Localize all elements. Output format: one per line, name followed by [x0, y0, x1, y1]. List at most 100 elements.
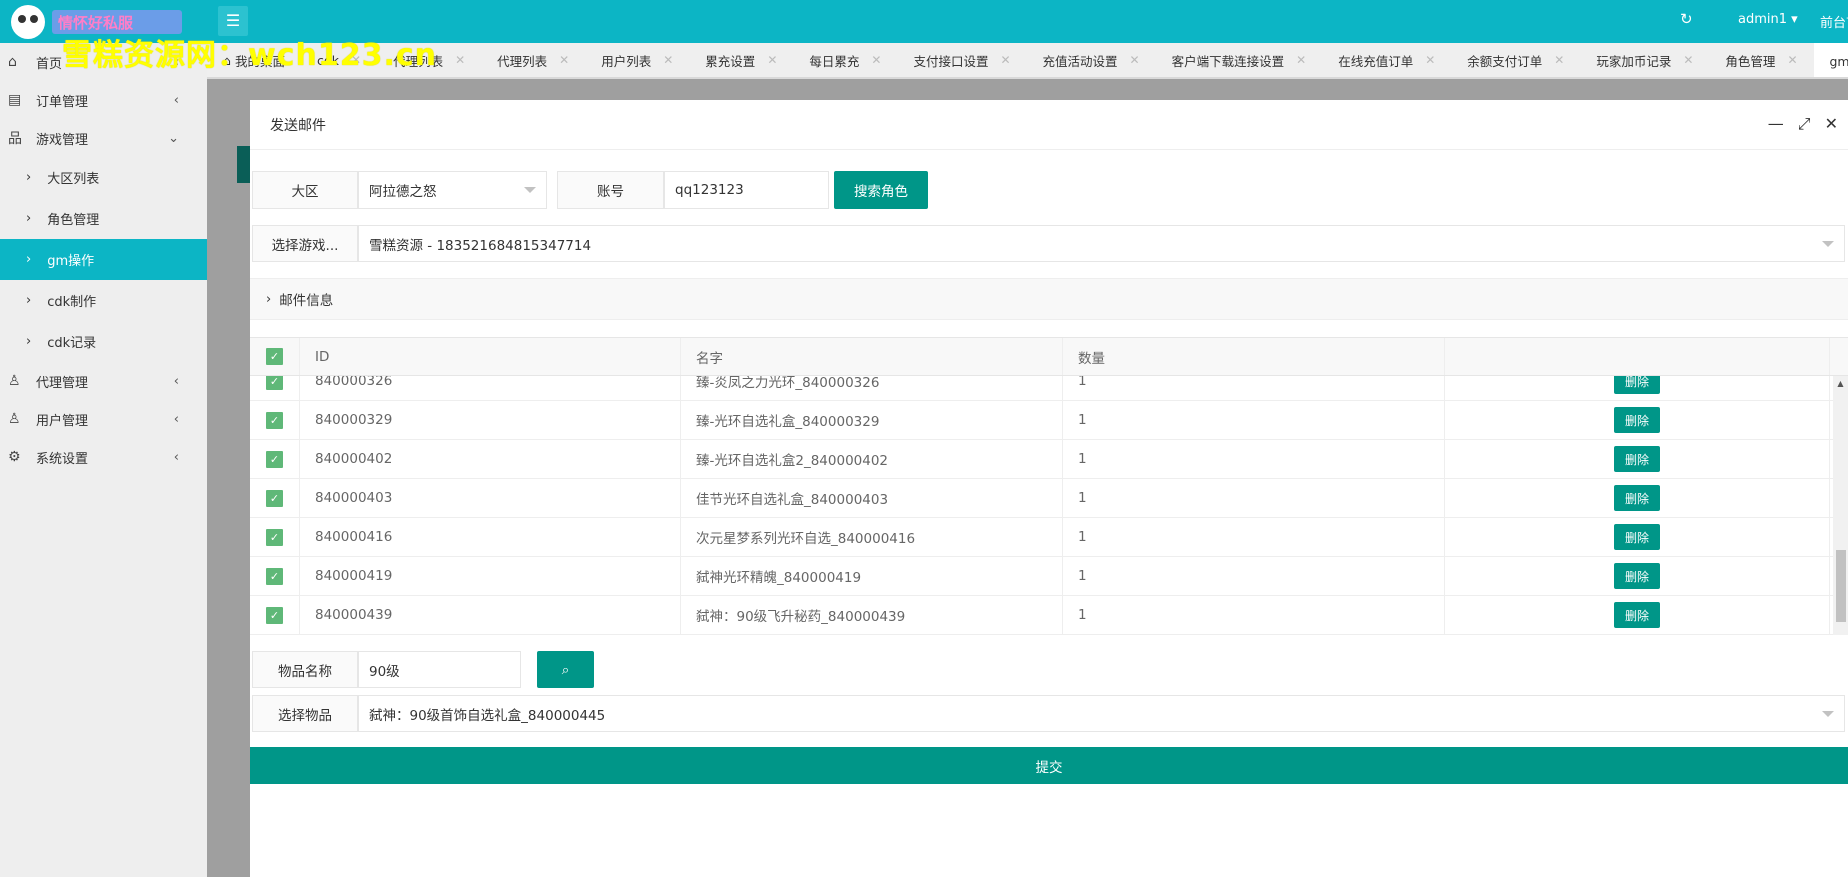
row-checkbox[interactable]: ✓: [266, 411, 283, 429]
front-link[interactable]: 前台首页: [1820, 12, 1848, 31]
row-checkbox[interactable]: ✓: [266, 376, 283, 390]
item-qty[interactable]: 1: [1063, 376, 1445, 400]
label: 系统设置: [36, 451, 89, 467]
send-mail-dialog: 发送邮件 — ⤢ ✕ 大区 阿拉德之怒 账号 qq123123 搜索角色 选择游…: [250, 100, 1848, 877]
item-search-button[interactable]: ⌕: [537, 651, 594, 688]
header-id: ID: [300, 338, 681, 375]
label: cdk记录: [47, 336, 97, 351]
chevron-left-icon: ‹: [173, 449, 179, 465]
item-name: 次元星梦系列光环自选_840000416: [681, 518, 1063, 556]
tab-item[interactable]: 玩家加币记录 ✕: [1580, 43, 1709, 77]
item-qty[interactable]: 1: [1063, 479, 1445, 517]
tab-item[interactable]: 代理列表 ✕: [481, 43, 585, 77]
order-icon: ▤: [8, 92, 22, 108]
region-label: 大区: [252, 171, 358, 209]
refresh-icon[interactable]: ↻: [1680, 10, 1693, 28]
search-role-button[interactable]: 搜索角色: [834, 171, 928, 209]
tab-item[interactable]: 余额支付订单 ✕: [1451, 43, 1580, 77]
tab-item[interactable]: 在线充值订单 ✕: [1322, 43, 1451, 77]
tab-item[interactable]: 角色管理 ✕: [1709, 43, 1813, 77]
watermark: 雪糕资源网：wch123.cn: [62, 38, 438, 73]
item-qty[interactable]: 1: [1063, 596, 1445, 634]
sidebar-item-region-list[interactable]: › 大区列表: [0, 157, 207, 198]
close-icon[interactable]: ✕: [1825, 114, 1838, 134]
label: 游戏管理: [36, 132, 89, 148]
delete-button[interactable]: 删除: [1614, 602, 1660, 628]
sidebar-item-gm[interactable]: › gm操作: [0, 239, 207, 280]
delete-button[interactable]: 删除: [1614, 446, 1660, 472]
close-tab-icon[interactable]: ✕: [1000, 53, 1010, 67]
tab-item[interactable]: 充值活动设置 ✕: [1027, 43, 1156, 77]
item-qty[interactable]: 1: [1063, 557, 1445, 595]
role-select[interactable]: 雪糕资源 - 183521684815347714: [358, 225, 1845, 262]
close-tab-icon[interactable]: ✕: [1130, 53, 1140, 67]
item-qty[interactable]: 1: [1063, 518, 1445, 556]
account-input[interactable]: qq123123: [664, 171, 829, 209]
tab-label: 累充设置: [705, 53, 756, 69]
sidebar-item-orders[interactable]: ▤ 订单管理 ‹: [0, 81, 207, 119]
label: 代理管理: [36, 375, 89, 391]
table-scrollbar[interactable]: ▲: [1833, 376, 1848, 635]
chevron-right-icon: ›: [26, 334, 32, 349]
close-tab-icon[interactable]: ✕: [1425, 53, 1435, 67]
delete-button[interactable]: 删除: [1614, 563, 1660, 589]
account-label: 账号: [557, 171, 664, 209]
row-checkbox[interactable]: ✓: [266, 567, 283, 585]
close-tab-icon[interactable]: ✕: [559, 53, 569, 67]
role-label: 选择游戏...: [252, 225, 358, 262]
tab-item[interactable]: 支付接口设置 ✕: [897, 43, 1026, 77]
sidebar-item-cdk-log[interactable]: › cdk记录: [0, 321, 207, 362]
close-tab-icon[interactable]: ✕: [1683, 53, 1693, 67]
tab-item[interactable]: 累充设置 ✕: [689, 43, 793, 77]
scroll-thumb[interactable]: [1836, 550, 1846, 622]
select-item-dropdown[interactable]: 弑神：90级首饰自选礼盒_840000445: [358, 695, 1845, 732]
maximize-icon[interactable]: ⤢: [1798, 114, 1811, 134]
tab-label: 玩家加币记录: [1596, 53, 1672, 69]
tab-item[interactable]: 用户列表 ✕: [585, 43, 689, 77]
item-qty[interactable]: 1: [1063, 401, 1445, 439]
sidebar-item-users[interactable]: ♙ 用户管理 ‹: [0, 400, 207, 438]
tab-label: 在线充值订单: [1338, 53, 1414, 69]
delete-button[interactable]: 删除: [1614, 376, 1660, 394]
sidebar-item-roles[interactable]: › 角色管理: [0, 198, 207, 239]
chevron-down-icon: ⌄: [168, 130, 179, 146]
sidebar-item-game[interactable]: 品游戏管理 ⌄: [0, 119, 207, 157]
row-checkbox[interactable]: ✓: [266, 606, 283, 624]
region-value: 阿拉德之怒: [369, 184, 437, 200]
close-tab-icon[interactable]: ✕: [871, 53, 881, 67]
tab-item[interactable]: 客户端下载连接设置 ✕: [1156, 43, 1323, 77]
close-tab-icon[interactable]: ✕: [1554, 53, 1564, 67]
item-id: 840000326: [300, 376, 681, 400]
scroll-up-icon[interactable]: ▲: [1833, 376, 1848, 391]
mail-info-collapse[interactable]: › 邮件信息: [250, 278, 1848, 320]
user-menu[interactable]: admin1 ▾: [1738, 12, 1798, 27]
sidebar-item-settings[interactable]: ⚙ 系统设置 ‹: [0, 438, 207, 476]
role-value: 雪糕资源 - 183521684815347714: [369, 237, 592, 254]
close-tab-icon[interactable]: ✕: [663, 53, 673, 67]
chevron-left-icon: ‹: [173, 373, 179, 389]
chevron-right-icon: ›: [26, 170, 32, 185]
close-tab-icon[interactable]: ✕: [767, 53, 777, 67]
sidebar-item-cdk-make[interactable]: › cdk制作: [0, 280, 207, 321]
item-name-input[interactable]: 90级: [358, 651, 521, 688]
tab-item[interactable]: gm操作: [1813, 43, 1848, 77]
close-tab-icon[interactable]: ✕: [455, 53, 465, 67]
region-select[interactable]: 阿拉德之怒: [358, 171, 547, 209]
tab-label: 每日累充: [809, 53, 860, 69]
sidebar-item-agents[interactable]: ♙ 代理管理 ‹: [0, 362, 207, 400]
table-row: ✓ 840000419 弑神光环精魄_840000419 1 删除: [250, 557, 1833, 596]
row-checkbox[interactable]: ✓: [266, 528, 283, 546]
row-checkbox[interactable]: ✓: [266, 489, 283, 507]
minimize-icon[interactable]: —: [1768, 114, 1784, 134]
row-checkbox[interactable]: ✓: [266, 450, 283, 468]
submit-button[interactable]: 提交: [250, 747, 1848, 784]
select-all-checkbox[interactable]: ✓: [266, 348, 283, 365]
close-tab-icon[interactable]: ✕: [1296, 53, 1306, 67]
header-qty: 数量: [1063, 338, 1445, 375]
tab-item[interactable]: 每日累充 ✕: [793, 43, 897, 77]
delete-button[interactable]: 删除: [1614, 485, 1660, 511]
delete-button[interactable]: 删除: [1614, 524, 1660, 550]
delete-button[interactable]: 删除: [1614, 407, 1660, 433]
item-qty[interactable]: 1: [1063, 440, 1445, 478]
close-tab-icon[interactable]: ✕: [1787, 53, 1797, 67]
